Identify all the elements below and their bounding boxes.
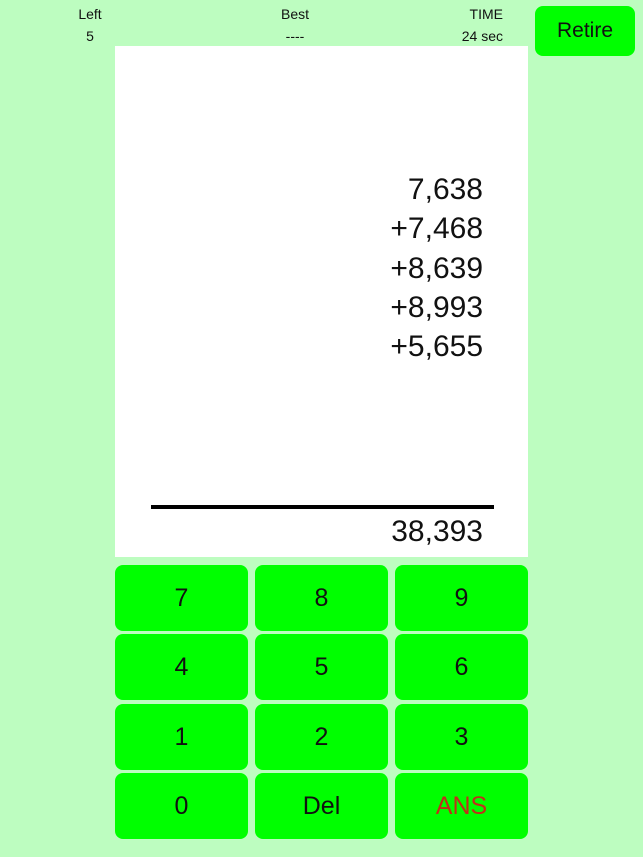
left-value: 5 [86,28,94,44]
best-label: Best [280,6,309,22]
key-2[interactable]: 2 [255,704,388,770]
key-8[interactable]: 8 [255,565,388,631]
addend: 7,638 [407,173,483,206]
addend: +7,468 [390,212,483,246]
addend: +5,655 [390,330,483,364]
addend-list: 7,638 +7,468 +8,639 +8,993 +5,655 [390,170,483,366]
problem-panel: 7,638 +7,468 +8,639 +8,993 +5,655 38,393 [115,46,528,557]
key-5[interactable]: 5 [255,634,388,700]
time-label: TIME [469,6,503,22]
key-6[interactable]: 6 [395,634,528,700]
key-7[interactable]: 7 [115,565,248,631]
answer-display: 38,393 [391,515,483,548]
addend: +8,993 [390,290,483,324]
retire-button[interactable]: Retire [535,6,635,56]
left-label: Left [78,6,102,22]
sum-line [151,505,494,509]
key-3[interactable]: 3 [395,704,528,770]
left-counter: Left 5 [62,3,118,47]
key-4[interactable]: 4 [115,634,248,700]
key-0[interactable]: 0 [115,773,248,839]
key-1[interactable]: 1 [115,704,248,770]
answer-button[interactable]: ANS [395,773,528,839]
delete-button[interactable]: Del [255,773,388,839]
best-score: Best ---- [255,3,335,47]
time-value: 24 sec [461,28,503,44]
key-9[interactable]: 9 [395,565,528,631]
best-value: ---- [285,28,305,44]
time-display: TIME 24 sec [430,3,503,47]
addend: +8,639 [390,251,483,285]
